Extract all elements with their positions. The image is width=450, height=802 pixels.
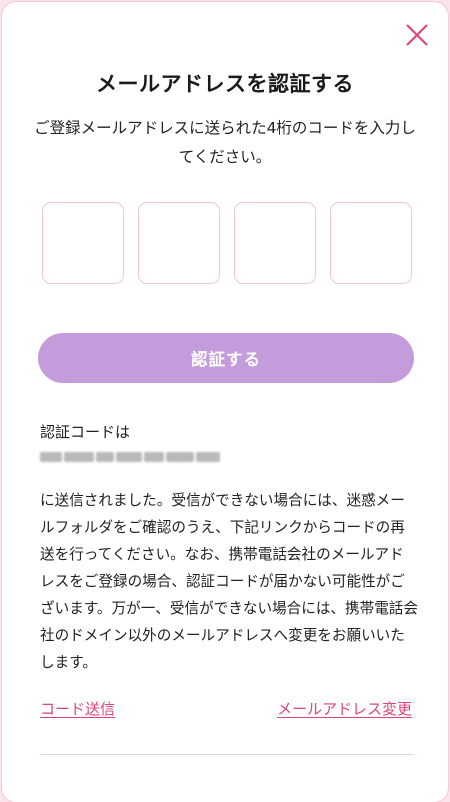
code-digit-4-input[interactable] <box>330 202 412 284</box>
divider <box>40 754 414 755</box>
code-digit-1-input[interactable] <box>42 202 124 284</box>
redacted-email-address <box>40 447 230 467</box>
code-sent-label: 認証コードは <box>40 423 131 441</box>
dialog-title: メールアドレスを認証する <box>96 72 354 96</box>
code-digit-2-input[interactable] <box>138 202 220 284</box>
code-input-group <box>42 202 412 288</box>
close-icon <box>406 24 428 46</box>
change-email-link[interactable]: メールアドレス変更 <box>277 698 412 719</box>
resend-code-link[interactable]: コード送信 <box>40 698 115 719</box>
code-digit-3-input[interactable] <box>234 202 316 284</box>
email-verification-dialog: メールアドレスを認証する ご登録メールアドレスに送られた4桁のコードを入力してく… <box>2 2 448 802</box>
instruction-text: ご登録メールアドレスに送られた4桁のコードを入力してください。 <box>34 119 416 166</box>
close-button[interactable] <box>404 22 430 48</box>
notice-text: に送信されました。受信ができない場合には、迷惑メールフォルダをご確認のうえ、下記… <box>40 492 418 671</box>
verify-button[interactable]: 認証する <box>38 333 414 383</box>
